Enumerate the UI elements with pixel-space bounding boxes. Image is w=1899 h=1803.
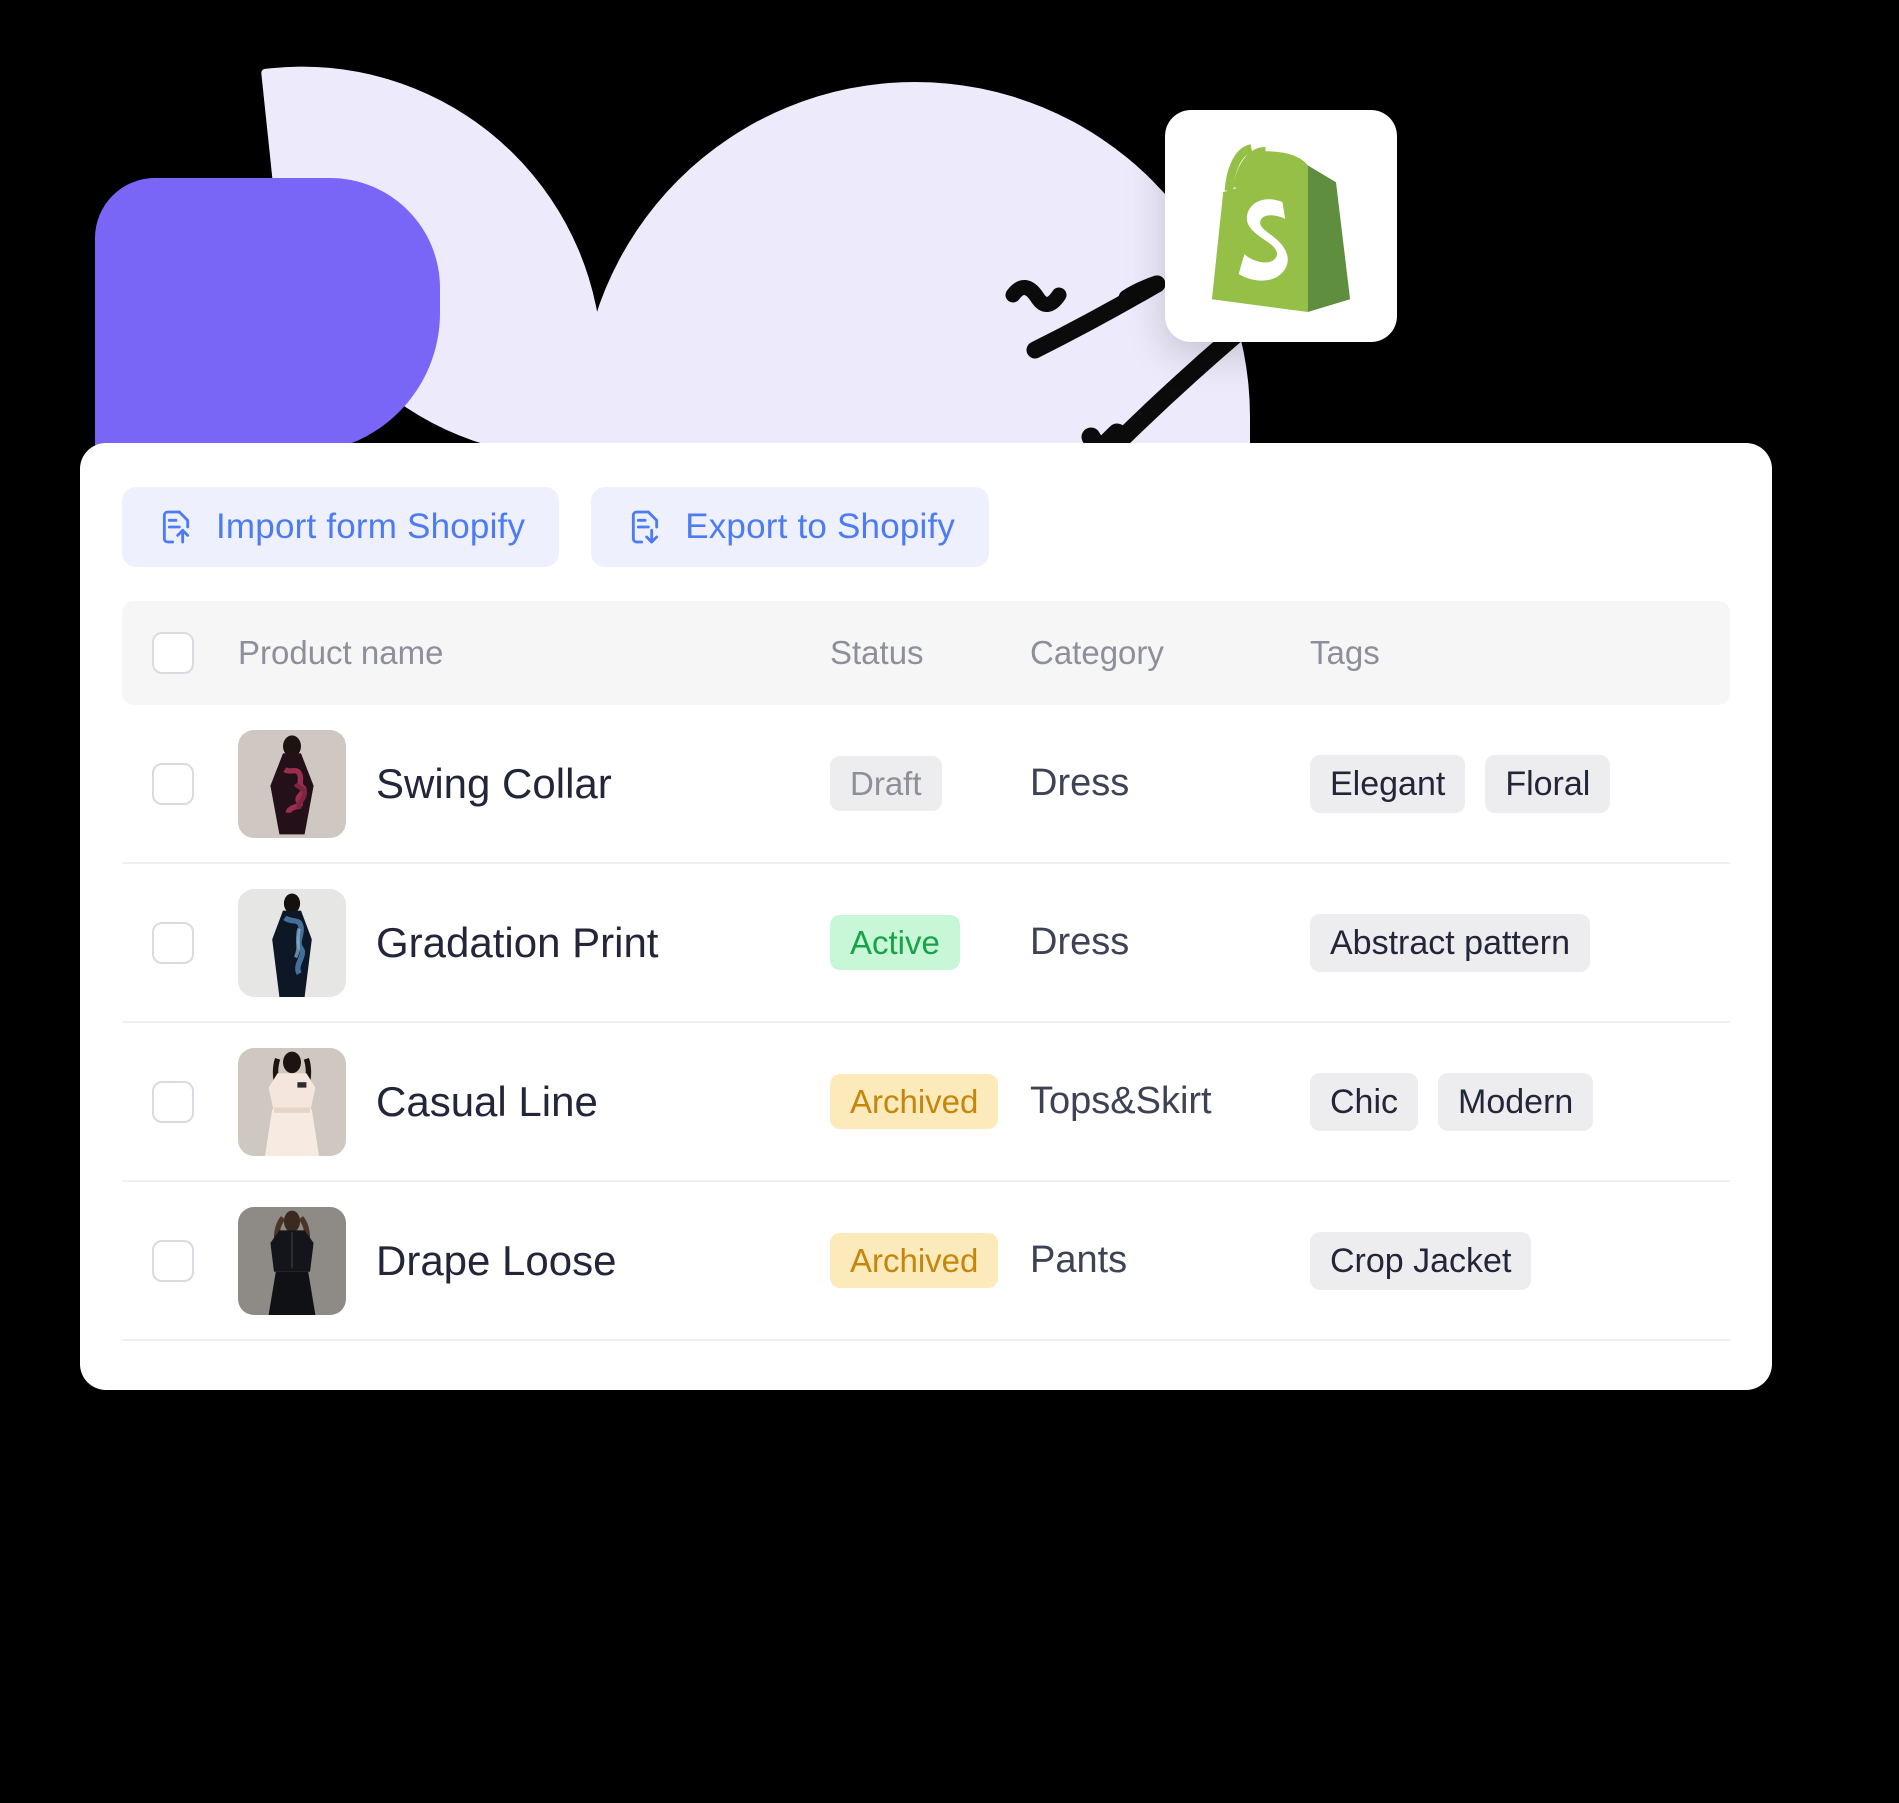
tag-chip[interactable]: Elegant [1310, 754, 1466, 813]
row-checkbox[interactable] [152, 762, 194, 805]
row-checkbox[interactable] [152, 921, 194, 964]
export-to-shopify-label: Export to Shopify [685, 507, 956, 546]
tag-chip[interactable]: Floral [1485, 754, 1611, 813]
product-name-cell: Drape Loose [238, 1206, 830, 1315]
select-all-checkbox[interactable] [152, 632, 194, 674]
category-label: Dress [1030, 762, 1130, 804]
import-from-shopify-label: Import form Shopify [216, 507, 526, 546]
decorative-petal-lavender-left [260, 36, 614, 488]
product-name: Casual Line [376, 1077, 598, 1125]
product-name-cell: Casual Line [238, 1047, 830, 1156]
screenshot-root: Import form Shopify Export to Shopify Pr… [0, 0, 1899, 1803]
status-badge: Archived [830, 1233, 999, 1288]
category-cell: Pants [1030, 1239, 1310, 1282]
tag-chip[interactable]: Crop Jacket [1310, 1231, 1532, 1290]
tags-cell: Crop Jacket [1310, 1231, 1730, 1290]
tag-chip[interactable]: Abstract pattern [1310, 913, 1591, 972]
product-name: Drape Loose [376, 1236, 617, 1284]
product-thumbnail[interactable] [238, 729, 346, 838]
status-cell: Draft [830, 756, 1030, 811]
table-body: Swing Collar Draft Dress Elegant Floral G… [122, 705, 1730, 1341]
tags-cell: Chic Modern [1310, 1072, 1730, 1131]
tag-chip[interactable]: Chic [1310, 1072, 1419, 1131]
row-select-cell [152, 921, 238, 964]
table-header-row: Product name Status Category Tags [122, 601, 1730, 705]
product-name-cell: Gradation Print [238, 888, 830, 997]
status-badge: Active [830, 915, 960, 970]
table-row[interactable]: Drape Loose Archived Pants Crop Jacket [122, 1182, 1730, 1341]
shopify-logo-icon [1211, 144, 1351, 312]
tags-cell: Elegant Floral [1310, 754, 1730, 813]
products-table: Product name Status Category Tags Swing … [80, 567, 1772, 1341]
file-upload-icon [162, 510, 190, 544]
column-header-status[interactable]: Status [830, 634, 1030, 672]
column-header-category[interactable]: Category [1030, 634, 1310, 672]
row-select-cell [152, 762, 238, 805]
file-download-icon [632, 510, 659, 544]
status-cell: Archived [830, 1233, 1030, 1288]
product-name-cell: Swing Collar [238, 729, 830, 838]
product-thumbnail[interactable] [238, 1047, 346, 1156]
category-cell: Tops&Skirt [1030, 1080, 1310, 1123]
column-header-tags[interactable]: Tags [1310, 634, 1730, 672]
column-header-product-name[interactable]: Product name [238, 634, 830, 672]
table-row[interactable]: Casual Line Archived Tops&Skirt Chic Mode… [122, 1023, 1730, 1182]
row-select-cell [152, 1239, 238, 1282]
tag-chip[interactable]: Modern [1438, 1072, 1594, 1131]
category-label: Pants [1030, 1239, 1128, 1281]
category-cell: Dress [1030, 762, 1310, 805]
product-name: Swing Collar [376, 759, 612, 807]
category-cell: Dress [1030, 921, 1310, 964]
row-checkbox[interactable] [152, 1080, 194, 1123]
decorative-shape-purple [95, 178, 440, 453]
shopify-logo-card [1165, 110, 1397, 342]
product-thumbnail[interactable] [238, 1206, 346, 1315]
table-row[interactable]: Swing Collar Draft Dress Elegant Floral [122, 705, 1730, 864]
status-badge: Archived [830, 1074, 999, 1129]
status-cell: Active [830, 915, 1030, 970]
tags-cell: Abstract pattern [1310, 913, 1730, 972]
toolbar: Import form Shopify Export to Shopify [80, 443, 1772, 567]
product-thumbnail[interactable] [238, 888, 346, 997]
export-to-shopify-button[interactable]: Export to Shopify [591, 487, 990, 567]
row-checkbox[interactable] [152, 1239, 194, 1282]
products-panel: Import form Shopify Export to Shopify Pr… [80, 443, 1772, 1390]
decorative-petal-lavender-center [580, 82, 1250, 457]
category-label: Dress [1030, 921, 1130, 963]
row-select-cell [152, 1080, 238, 1123]
import-from-shopify-button[interactable]: Import form Shopify [122, 487, 560, 567]
table-row[interactable]: Gradation Print Active Dress Abstract pa… [122, 864, 1730, 1023]
category-label: Tops&Skirt [1030, 1080, 1212, 1122]
status-badge: Draft [830, 756, 942, 811]
header-select-all-cell [152, 632, 238, 674]
status-cell: Archived [830, 1074, 1030, 1129]
product-name: Gradation Print [376, 918, 659, 966]
